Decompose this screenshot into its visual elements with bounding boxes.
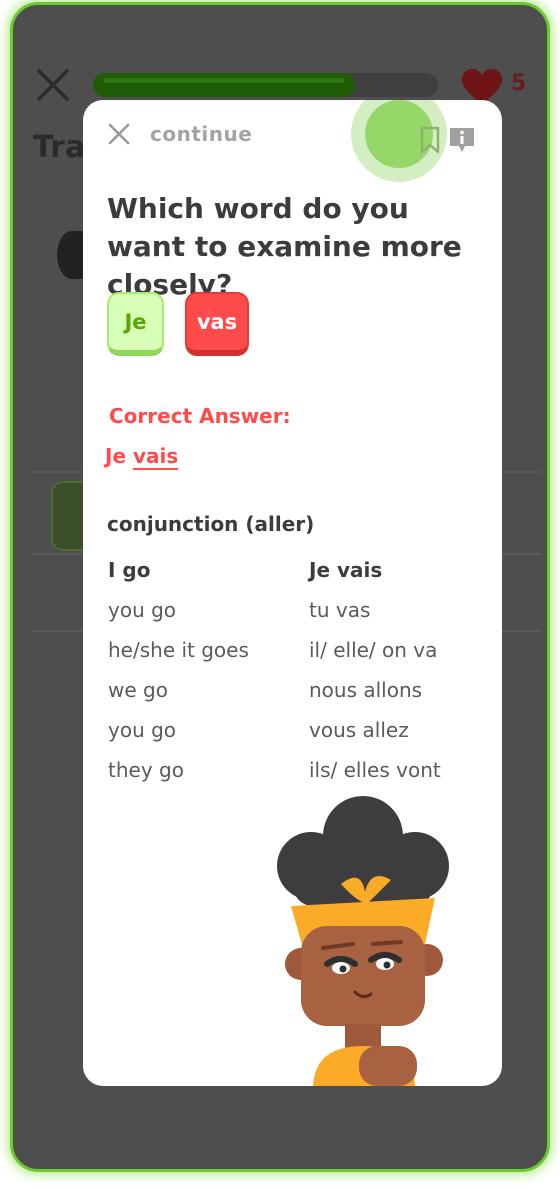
- bookmark-icon[interactable]: [419, 126, 441, 154]
- conjugation-french: nous allons: [309, 678, 423, 702]
- conjugation-english: you go: [108, 598, 177, 622]
- character-illustration: [277, 796, 449, 1086]
- correct-answer-word: Je: [105, 444, 127, 468]
- lesson-progress-fill: [93, 73, 356, 97]
- hearts-count: 5: [511, 71, 527, 96]
- info-icon[interactable]: [447, 126, 477, 154]
- question-text: Which word do you want to examine more c…: [107, 192, 462, 301]
- correct-answer: Je vais: [105, 444, 178, 468]
- conjugation-french: il/ elle/ on va: [309, 638, 438, 662]
- lesson-title: Tra: [33, 130, 86, 165]
- conjugation-english: we go: [108, 678, 168, 702]
- close-icon[interactable]: [35, 67, 71, 103]
- conjugation-french: tu vas: [309, 598, 371, 622]
- word-option-je[interactable]: Je: [107, 292, 164, 356]
- conjugation-english: you go: [108, 718, 177, 742]
- word-examine-modal: continue Which word do you want to exami…: [83, 100, 502, 1086]
- close-icon[interactable]: [107, 122, 131, 146]
- conjugation-french: vous allez: [309, 718, 409, 742]
- conjugation-english: he/she it goes: [108, 638, 249, 662]
- phone-frame: 5 Tra continue Which word do you want to…: [10, 2, 550, 1172]
- conjugation-french: Je vais: [309, 558, 383, 582]
- correct-answer-word-highlight: vais: [132, 444, 179, 468]
- word-option-vas[interactable]: vas: [185, 292, 249, 356]
- lesson-progress-bar: [93, 73, 438, 97]
- conjugation-english: they go: [108, 758, 184, 782]
- conjugation-title: conjunction (aller): [107, 512, 315, 536]
- conjugation-french: ils/ elles vont: [309, 758, 441, 782]
- conjugation-english: I go: [108, 558, 151, 582]
- correct-answer-label: Correct Answer:: [109, 404, 291, 428]
- continue-button[interactable]: continue: [150, 122, 252, 146]
